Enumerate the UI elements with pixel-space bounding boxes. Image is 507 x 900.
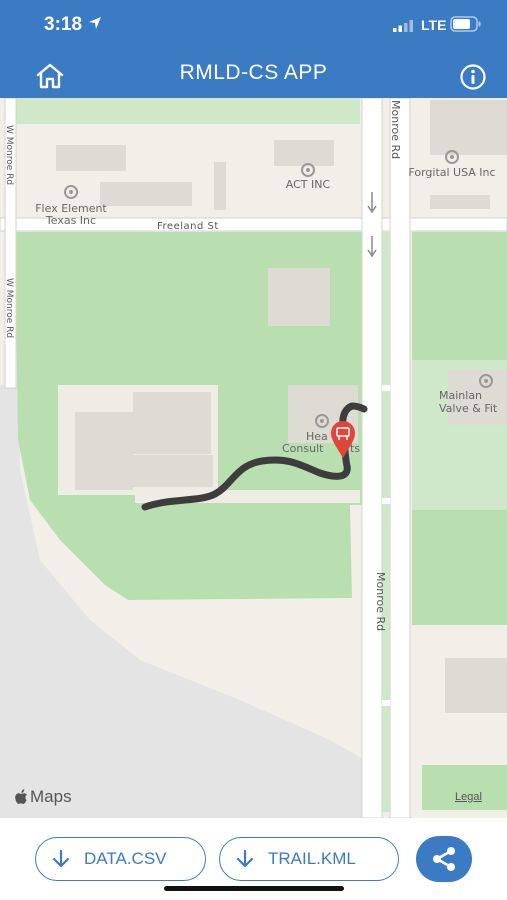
download-arrow-icon (236, 849, 254, 869)
battery-icon (450, 16, 481, 32)
download-csv-label: DATA.CSV (84, 849, 167, 868)
maps-attribution: Maps (14, 787, 72, 807)
download-kml-button[interactable]: TRAIL.KML (219, 837, 399, 881)
share-icon (433, 847, 455, 871)
carrier-label: LTE (421, 17, 447, 33)
download-kml-label: TRAIL.KML (268, 849, 356, 868)
download-arrow-icon (52, 849, 70, 869)
app-header: 3:18 LTE RMLD-CS APP (0, 0, 507, 98)
map-canvas: Freeland St Monroe Rd Monroe Rd W Monroe… (0, 98, 507, 818)
location-arrow-icon (89, 17, 101, 29)
status-time: 3:18 (44, 14, 83, 35)
street-label-freeland: Freeland St (157, 221, 219, 232)
page-title: RMLD-CS APP (179, 61, 328, 84)
poi-label-heat-2: Consult (282, 442, 324, 455)
cell-signal-icon (393, 20, 413, 32)
share-button[interactable] (416, 836, 472, 882)
status-bar: 3:18 LTE (0, 0, 507, 48)
poi-label-act: ACT INC (286, 178, 331, 191)
maps-attribution-label: Maps (30, 787, 72, 806)
poi-label-heat-2b: ts (350, 442, 360, 455)
map-view[interactable]: Freeland St Monroe Rd Monroe Rd W Monroe… (0, 98, 507, 818)
download-csv-button[interactable]: DATA.CSV (35, 837, 206, 881)
street-label-w-monroe-top: W Monroe Rd (4, 125, 14, 185)
nav-bar: RMLD-CS APP (0, 52, 507, 98)
poi-label-mainland-1: Mainlan (439, 389, 482, 402)
street-label-monroe-top: Monroe Rd (389, 100, 402, 159)
poi-label-flex-2: Texas Inc (45, 214, 96, 227)
poi-label-mainland-2: Valve & Fit (439, 402, 498, 415)
poi-label-forgital: Forgital USA Inc (408, 166, 495, 179)
street-label-w-monroe-mid: W Monroe Rd (4, 278, 14, 338)
street-label-monroe-mid: Monroe Rd (374, 572, 387, 631)
legal-link[interactable]: Legal (455, 791, 482, 803)
info-icon[interactable] (458, 62, 488, 92)
home-indicator[interactable] (164, 886, 344, 891)
apple-logo-icon (15, 789, 27, 804)
